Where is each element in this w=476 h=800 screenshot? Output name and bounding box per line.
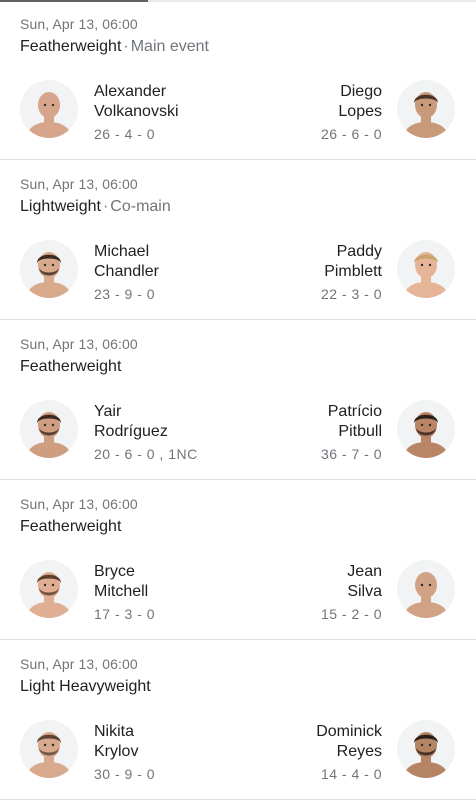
fighter-portrait-icon <box>26 92 72 138</box>
fighter-last-name[interactable]: Rodríguez <box>94 422 168 442</box>
fight-date: Sun, Apr 13, 06:00 <box>20 336 138 352</box>
fighter-first-name[interactable]: Yair <box>94 402 121 422</box>
fight-card[interactable]: Sun, Apr 13, 06:00 Featherweight Bryce M… <box>0 480 476 640</box>
fighter-first-name[interactable]: Nikita <box>94 722 134 742</box>
fighter-record: 30 - 9 - 0 <box>94 766 156 782</box>
fight-card[interactable]: Sun, Apr 13, 06:00 Featherweight · Main ev… <box>0 0 476 160</box>
weight-class: Featherweight <box>20 358 122 375</box>
fighter-first-name[interactable]: Patrício <box>328 402 382 422</box>
fighter-portrait-icon <box>403 252 449 298</box>
fighter-record: 23 - 9 - 0 <box>94 286 156 302</box>
fighter-avatar[interactable] <box>397 400 455 458</box>
fighter-first-name[interactable]: Diego <box>340 82 382 102</box>
fight-date: Sun, Apr 13, 06:00 <box>20 496 138 512</box>
separator-dot: · <box>123 38 129 55</box>
fighter-avatar[interactable] <box>20 400 78 458</box>
fighter-first-name[interactable]: Michael <box>94 242 149 262</box>
fight-card[interactable]: Sun, Apr 13, 06:00 Featherweight Yair Ro… <box>0 320 476 480</box>
weight-class-line: Featherweight · Main event <box>20 38 209 56</box>
fighter-portrait-icon <box>26 732 72 778</box>
fighter-portrait-icon <box>403 92 449 138</box>
fighter-avatar[interactable] <box>397 80 455 138</box>
fighter-record: 22 - 3 - 0 <box>320 286 382 302</box>
fighter-first-name[interactable]: Bryce <box>94 562 135 582</box>
fighter-portrait-icon <box>26 572 72 618</box>
fighter-avatar[interactable] <box>20 560 78 618</box>
fighter-first-name[interactable]: Alexander <box>94 82 166 102</box>
fighter-first-name[interactable]: Jean <box>347 562 382 582</box>
fighter-portrait-icon <box>26 412 72 458</box>
fighter-last-name[interactable]: Silva <box>347 582 382 602</box>
fight-date: Sun, Apr 13, 06:00 <box>20 16 138 32</box>
fight-card[interactable]: Sun, Apr 13, 06:00 Light Heavyweight Nik… <box>0 640 476 800</box>
weight-class-line: Featherweight <box>20 518 121 536</box>
fight-date: Sun, Apr 13, 06:00 <box>20 176 138 192</box>
fighter-portrait-icon <box>403 732 449 778</box>
fighter-avatar[interactable] <box>397 560 455 618</box>
fighter-record: 14 - 4 - 0 <box>320 766 382 782</box>
fighter-last-name[interactable]: Pitbull <box>338 422 382 442</box>
weight-class-line: Lightweight · Co-main <box>20 198 171 216</box>
fighter-last-name[interactable]: Mitchell <box>94 582 148 602</box>
fighter-portrait-icon <box>403 412 449 458</box>
weight-class: Light Heavyweight <box>20 678 151 695</box>
fighter-avatar[interactable] <box>397 720 455 778</box>
weight-class-line: Featherweight <box>20 358 121 376</box>
fighter-portrait-icon <box>403 572 449 618</box>
weight-class-line: Light Heavyweight <box>20 678 151 696</box>
fighter-first-name[interactable]: Dominick <box>316 722 382 742</box>
fight-date: Sun, Apr 13, 06:00 <box>20 656 138 672</box>
fighter-last-name[interactable]: Volkanovski <box>94 102 179 122</box>
fighter-last-name[interactable]: Chandler <box>94 262 159 282</box>
fighter-record: 17 - 3 - 0 <box>94 606 156 622</box>
fighter-record: 36 - 7 - 0 <box>320 446 382 462</box>
weight-class: Featherweight <box>20 518 122 535</box>
bout-tag: Main event <box>130 38 209 55</box>
fighter-avatar[interactable] <box>20 720 78 778</box>
fighter-last-name[interactable]: Krylov <box>94 742 138 762</box>
fighter-record: 20 - 6 - 0 , 1NC <box>94 446 198 462</box>
fighter-first-name[interactable]: Paddy <box>337 242 382 262</box>
bout-tag: Co-main <box>110 198 171 215</box>
fighter-portrait-icon <box>26 252 72 298</box>
fighter-avatar[interactable] <box>20 80 78 138</box>
fighter-last-name[interactable]: Pimblett <box>324 262 382 282</box>
weight-class: Featherweight <box>20 38 122 55</box>
weight-class: Lightweight <box>20 198 101 215</box>
fight-card[interactable]: Sun, Apr 13, 06:00 Lightweight · Co-main M… <box>0 160 476 320</box>
fighter-avatar[interactable] <box>397 240 455 298</box>
separator-dot: · <box>102 198 109 215</box>
fighter-avatar[interactable] <box>20 240 78 298</box>
fighter-record: 26 - 6 - 0 <box>320 126 382 142</box>
fighter-record: 15 - 2 - 0 <box>320 606 382 622</box>
fighter-last-name[interactable]: Reyes <box>337 742 382 762</box>
fighter-record: 26 - 4 - 0 <box>94 126 156 142</box>
fighter-last-name[interactable]: Lopes <box>338 102 382 122</box>
